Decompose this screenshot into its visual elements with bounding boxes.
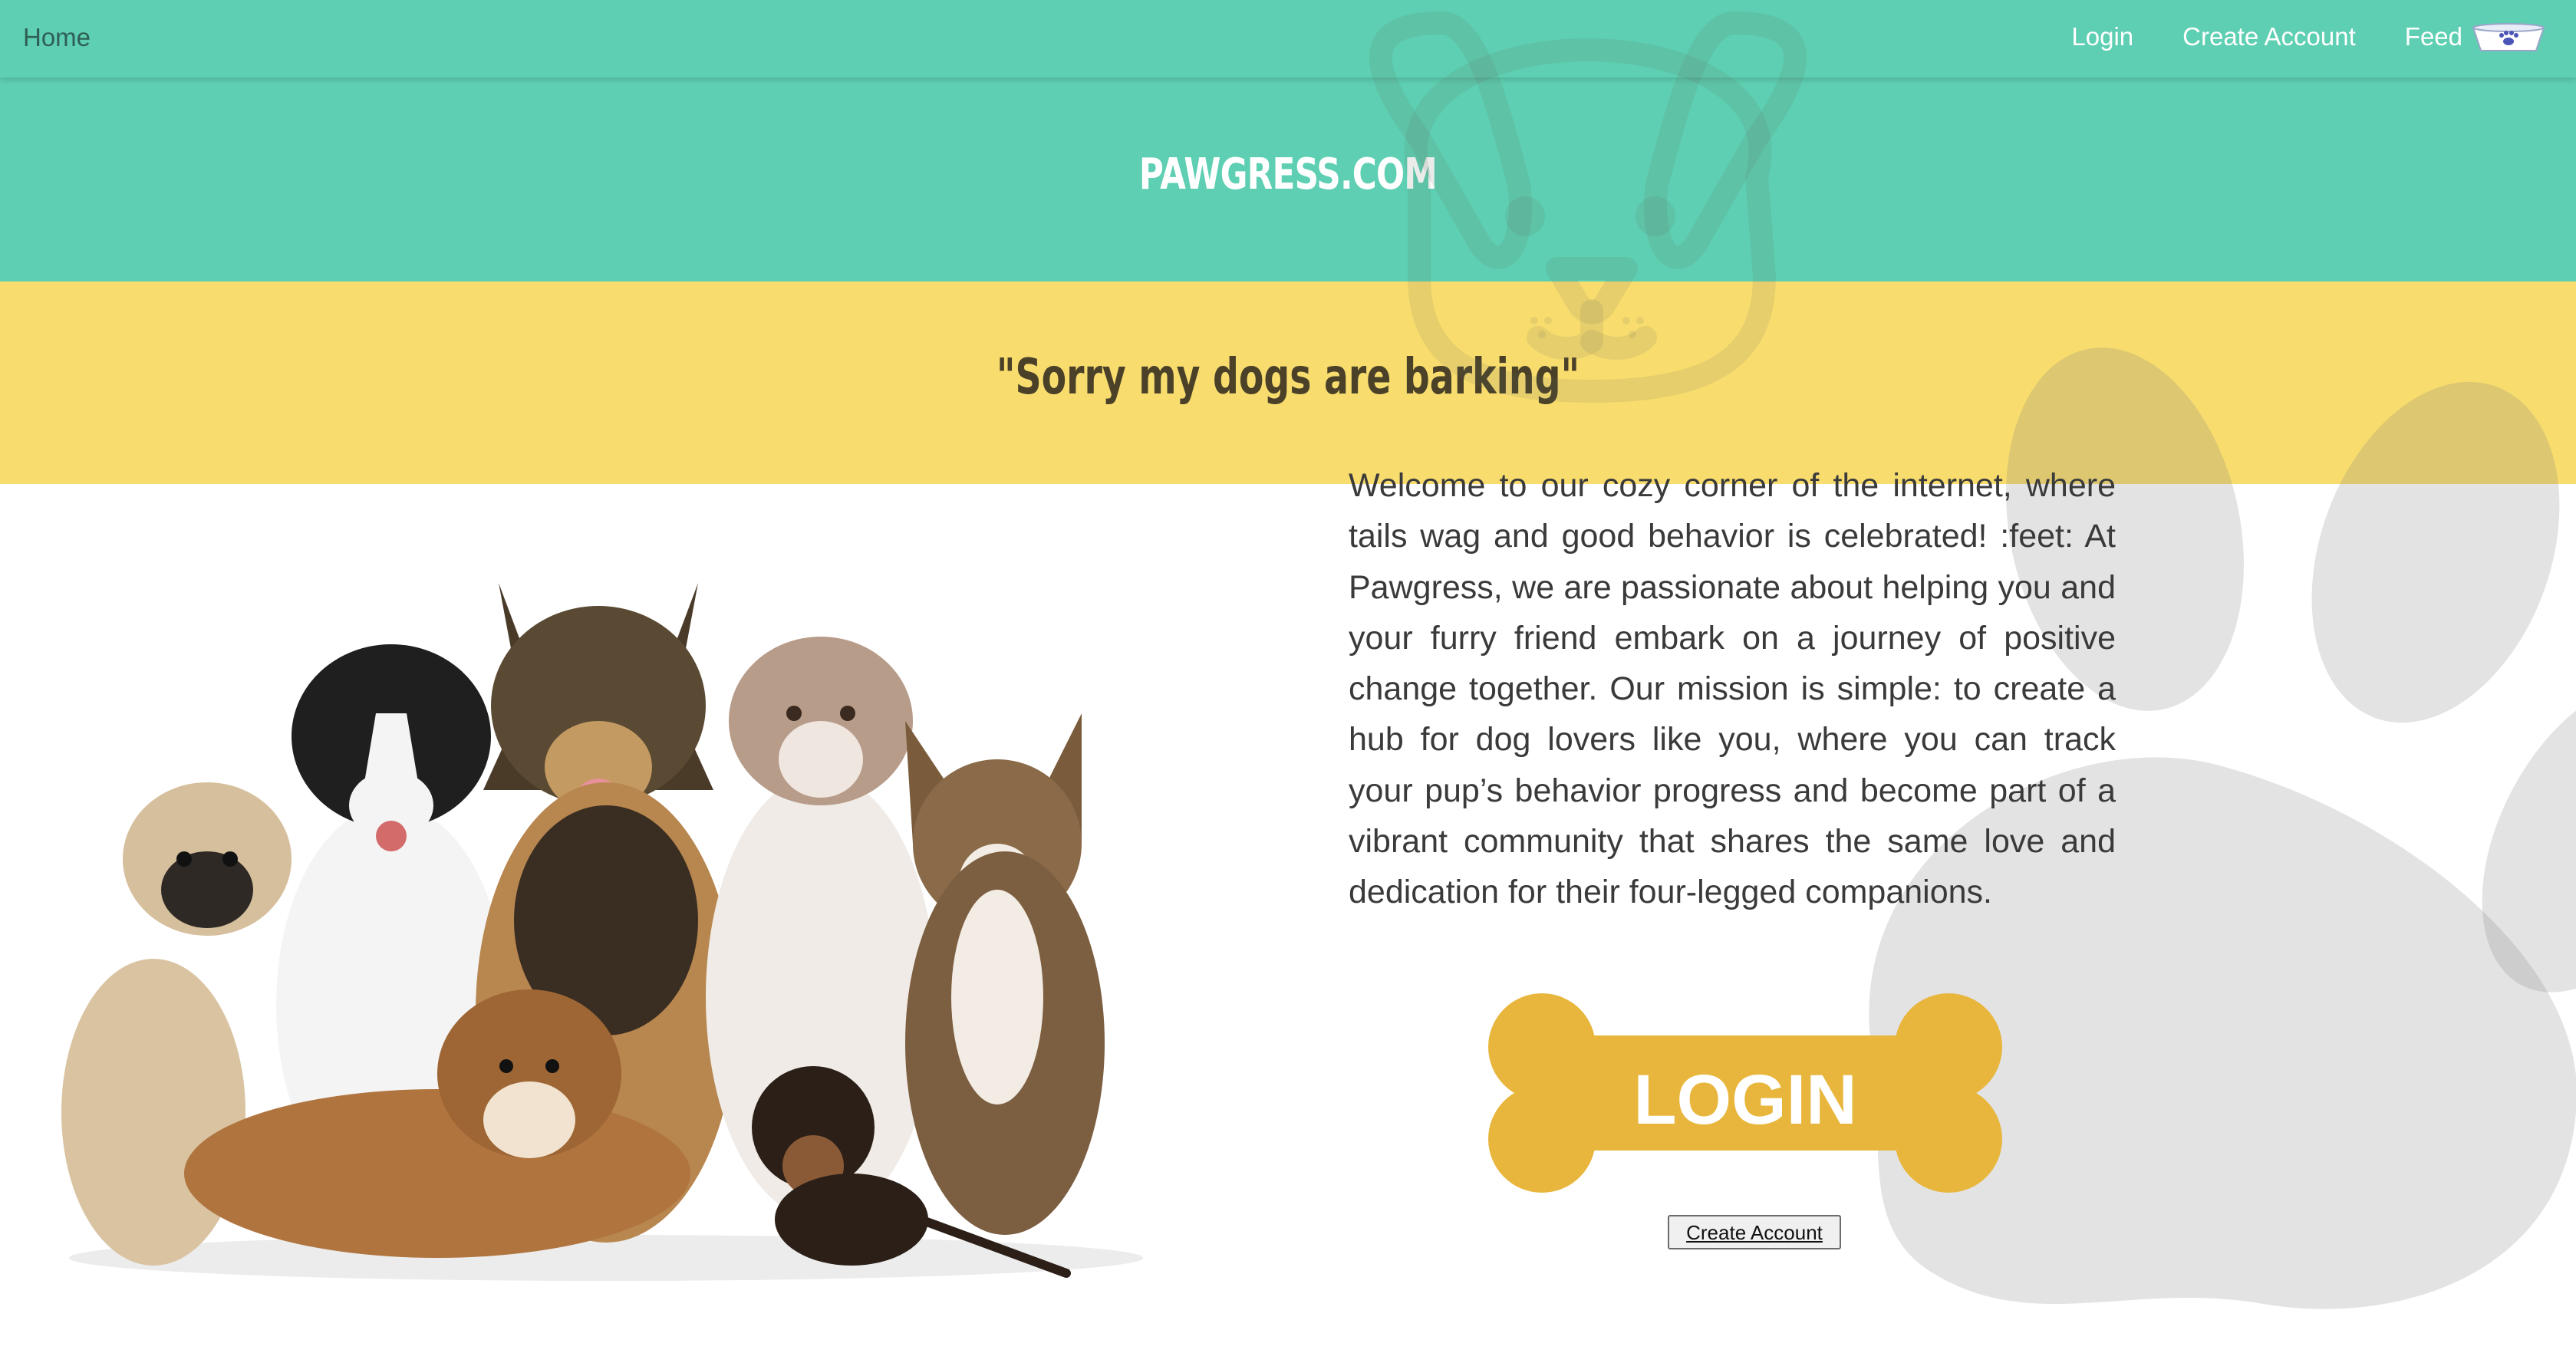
nav-home-link[interactable]: Home <box>23 23 91 52</box>
tagline-quote: "Sorry my dogs are barking" <box>996 349 1580 406</box>
nav-login-link[interactable]: Login <box>2071 22 2133 51</box>
dogs-group-image <box>61 583 1143 1281</box>
create-account-button[interactable]: Create Account <box>1668 1215 1841 1249</box>
dog-bowl-icon[interactable] <box>2470 20 2547 54</box>
corgi-dog <box>905 713 1105 1235</box>
login-bone-label: LOGIN <box>1633 1061 1856 1139</box>
nav-right-group: Login Create Account Feed <box>2022 20 2547 54</box>
nav-create-account-link[interactable]: Create Account <box>2182 22 2356 51</box>
hero-banner: PAWGRESS.COM <box>0 77 2576 281</box>
welcome-paragraph: Welcome to our cozy corner of the intern… <box>1349 467 2116 911</box>
site-title: PAWGRESS.COM <box>1138 150 1438 199</box>
login-bone-button[interactable]: LOGIN <box>1484 989 2006 1197</box>
quote-banner: "Sorry my dogs are barking" <box>0 281 2576 484</box>
nav-feed-link[interactable]: Feed <box>2405 22 2462 51</box>
navbar: Home Login Create Account Feed <box>0 0 2576 77</box>
